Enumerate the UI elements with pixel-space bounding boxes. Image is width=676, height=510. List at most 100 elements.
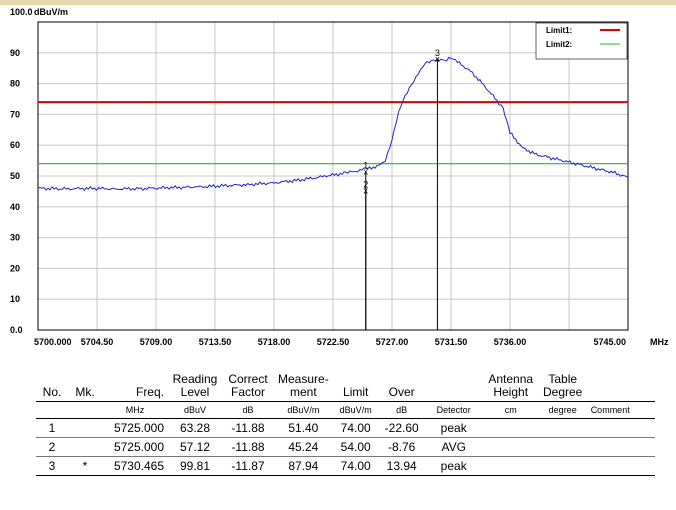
y-tick-label: 80 xyxy=(10,79,20,89)
y-tick-label: 70 xyxy=(10,109,20,119)
cell-measure: 51.40 xyxy=(274,418,333,438)
x-tick-label: 5727.00 xyxy=(376,337,409,347)
marker-label: 3 xyxy=(435,48,440,58)
y-axis-unit-label: dBuV/m xyxy=(34,7,68,17)
header-mk: Mk. xyxy=(75,385,95,399)
cell-measure: 87.94 xyxy=(274,456,333,476)
cell-antenna xyxy=(482,437,539,457)
header-reading: Reading Level xyxy=(168,367,222,402)
cell-correct: -11.88 xyxy=(222,418,274,438)
unit-over: dB xyxy=(378,401,425,419)
unit-freq: MHz xyxy=(102,401,168,419)
cell-reading: 63.28 xyxy=(168,418,222,438)
header-detector xyxy=(425,367,483,402)
cell-measure: 45.24 xyxy=(274,437,333,457)
cell-comment xyxy=(586,418,655,438)
y-tick-label: 20 xyxy=(10,263,20,273)
cell-detector: peak xyxy=(424,456,483,476)
cell-table-degree xyxy=(538,437,587,457)
unit-detector: Detector xyxy=(424,401,483,419)
x-tick-label: 5745.00 xyxy=(593,337,626,347)
measurement-table: No. Mk. Freq. Reading Level Correct Factor… xyxy=(36,367,655,476)
header-correct: Correct Factor xyxy=(222,367,274,402)
y-tick-label: 50 xyxy=(10,171,20,181)
header-freq: Freq. xyxy=(135,385,164,399)
y-tick-label: 60 xyxy=(10,140,20,150)
x-tick-label: 5700.000 xyxy=(34,337,72,347)
marker-label: 2 xyxy=(363,180,368,190)
cell-detector: peak xyxy=(424,418,483,438)
header-table-line2: Degree xyxy=(543,385,583,399)
cell-freq: 5730.465 xyxy=(102,456,168,476)
x-tick-label: 5736.00 xyxy=(494,337,527,347)
legend-label: Limit2: xyxy=(546,40,572,49)
legend-label: Limit1: xyxy=(546,26,572,35)
cell-no: 3 xyxy=(36,456,68,476)
cell-mk: * xyxy=(68,456,102,476)
x-tick-label: 5731.50 xyxy=(435,337,468,347)
y-tick-label: 30 xyxy=(10,233,20,243)
x-tick-label: 5709.00 xyxy=(140,337,173,347)
cell-reading: 57.12 xyxy=(168,437,222,457)
table-row: 1 5725.000 63.28 -11.88 51.40 74.00 -22.… xyxy=(36,418,655,438)
unit-correct: dB xyxy=(222,401,274,419)
x-axis-unit-label: MHz xyxy=(650,337,669,347)
header-antenna-line2: Height xyxy=(493,385,529,399)
unit-no xyxy=(36,401,68,419)
cell-comment xyxy=(586,437,655,457)
header-reading-line2: Level xyxy=(180,385,210,399)
cell-table-degree xyxy=(538,418,587,438)
cell-mk xyxy=(68,418,102,438)
table-row: 3 * 5730.465 99.81 -11.87 87.94 74.00 13… xyxy=(36,456,655,476)
y-tick-label: 90 xyxy=(10,48,20,58)
cell-over: -8.76 xyxy=(378,437,425,457)
unit-mk xyxy=(68,401,102,419)
y-tick-label: 10 xyxy=(10,294,20,304)
table-units-row: MHz dBuV dB dBuV/m dBuV/m dB Detector cm… xyxy=(36,401,655,419)
x-tick-label: 5704.50 xyxy=(81,337,114,347)
cell-over: 13.94 xyxy=(378,456,425,476)
cell-table-degree xyxy=(538,456,587,476)
cell-freq: 5725.000 xyxy=(102,437,168,457)
header-no: No. xyxy=(42,385,62,399)
header-table-degree: Table Degree xyxy=(539,367,587,402)
y-max-tick-label: 100.0 xyxy=(10,7,33,17)
y-tick-label: 0.0 xyxy=(10,325,23,335)
cell-antenna xyxy=(482,418,539,438)
header-comment xyxy=(587,367,655,402)
table-row: 2 5725.000 57.12 -11.88 45.24 54.00 -8.7… xyxy=(36,437,655,457)
header-table-line1: Table xyxy=(548,372,578,386)
markers: x1x2x3 xyxy=(363,48,440,330)
cell-limit: 74.00 xyxy=(332,418,379,438)
tick-labels: 0.0 10 20 30 40 50 60 70 80 90 5700.000 5704.50 5709… xyxy=(10,48,626,347)
cell-mk xyxy=(68,437,102,457)
header-correct-line1: Correct xyxy=(228,372,268,386)
header-measure-line2: ment xyxy=(290,385,317,399)
header-measure: Measure-ment xyxy=(274,367,333,402)
cell-correct: -11.87 xyxy=(222,456,274,476)
header-antenna: Antenna Height xyxy=(483,367,539,402)
cell-limit: 54.00 xyxy=(332,437,379,457)
cell-comment xyxy=(586,456,655,476)
cell-over: -22.60 xyxy=(378,418,425,438)
unit-limit: dBuV/m xyxy=(332,401,379,419)
x-tick-label: 5718.00 xyxy=(258,337,291,347)
unit-comment: Comment xyxy=(586,401,655,419)
header-limit: Limit xyxy=(343,385,369,399)
cell-reading: 99.81 xyxy=(168,456,222,476)
unit-reading: dBuV xyxy=(168,401,222,419)
unit-measure: dBuV/m xyxy=(274,401,333,419)
table-header-row: No. Mk. Freq. Reading Level Correct Factor… xyxy=(36,367,655,402)
legend: Limit1: Limit2: xyxy=(535,22,628,60)
cell-detector: AVG xyxy=(424,437,483,457)
y-tick-label: 40 xyxy=(10,202,20,212)
cell-correct: -11.88 xyxy=(222,437,274,457)
header-measure-line1: Measure- xyxy=(278,372,329,386)
cell-limit: 74.00 xyxy=(332,456,379,476)
header-correct-line2: Factor xyxy=(230,385,265,399)
grid xyxy=(38,22,628,330)
cell-freq: 5725.000 xyxy=(102,418,168,438)
x-tick-label: 5713.50 xyxy=(199,337,232,347)
spectrum-chart: x1x2x3 0.0 10 20 30 40 50 60 70 80 90 5700.000 5704… xyxy=(10,7,669,347)
marker-label: 1 xyxy=(363,161,368,171)
